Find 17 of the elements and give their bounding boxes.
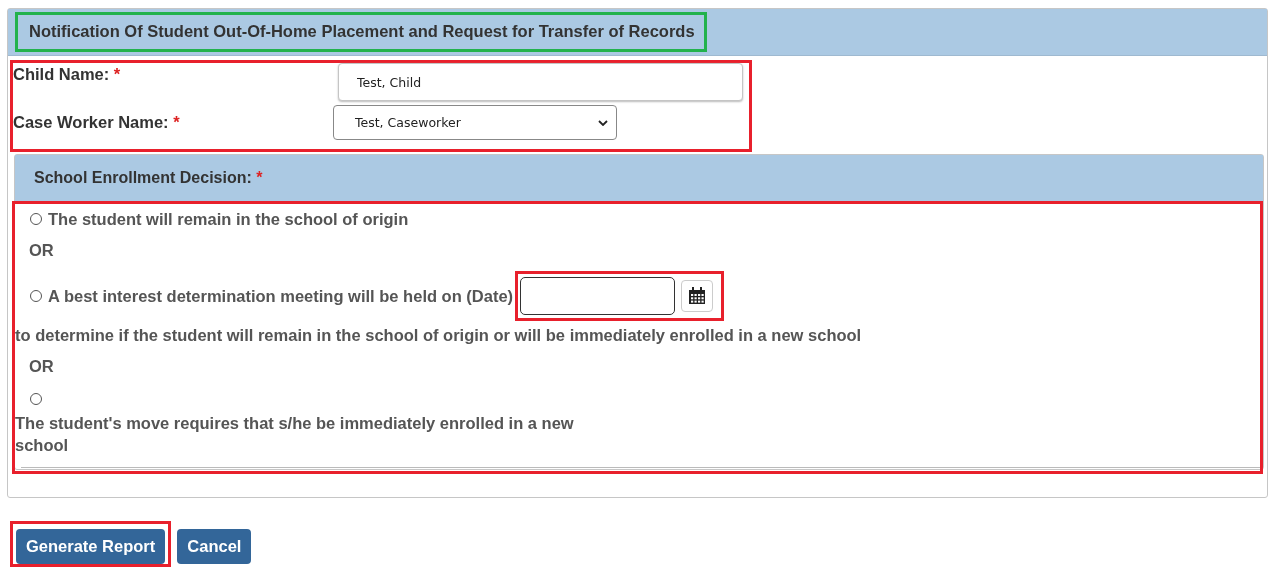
cancel-button[interactable]: Cancel bbox=[177, 529, 252, 564]
form-title: Notification Of Student Out-Of-Home Placement and Request for Transfer of Records bbox=[15, 12, 707, 52]
date-field[interactable] bbox=[520, 277, 676, 315]
option-label: The student will remain in the school of origin bbox=[48, 209, 409, 229]
caseworker-dropdown[interactable]: Test, Caseworker bbox=[333, 105, 617, 140]
chevron-down-icon bbox=[598, 119, 608, 126]
radio-button[interactable] bbox=[30, 290, 42, 302]
radio-button[interactable] bbox=[30, 393, 42, 405]
calendar-button[interactable] bbox=[681, 280, 714, 312]
radio-button[interactable] bbox=[30, 213, 42, 225]
section-title: School Enrollment Decision: * bbox=[34, 169, 263, 187]
child-name-field[interactable]: Test, Child bbox=[338, 63, 743, 101]
calendar-icon bbox=[687, 286, 708, 306]
option-label: A best interest determination meeting will be held on (Date) bbox=[48, 286, 514, 306]
or-label: OR bbox=[28, 355, 55, 377]
generate-report-button[interactable]: Generate Report bbox=[16, 529, 166, 564]
or-label: OR bbox=[28, 239, 55, 261]
